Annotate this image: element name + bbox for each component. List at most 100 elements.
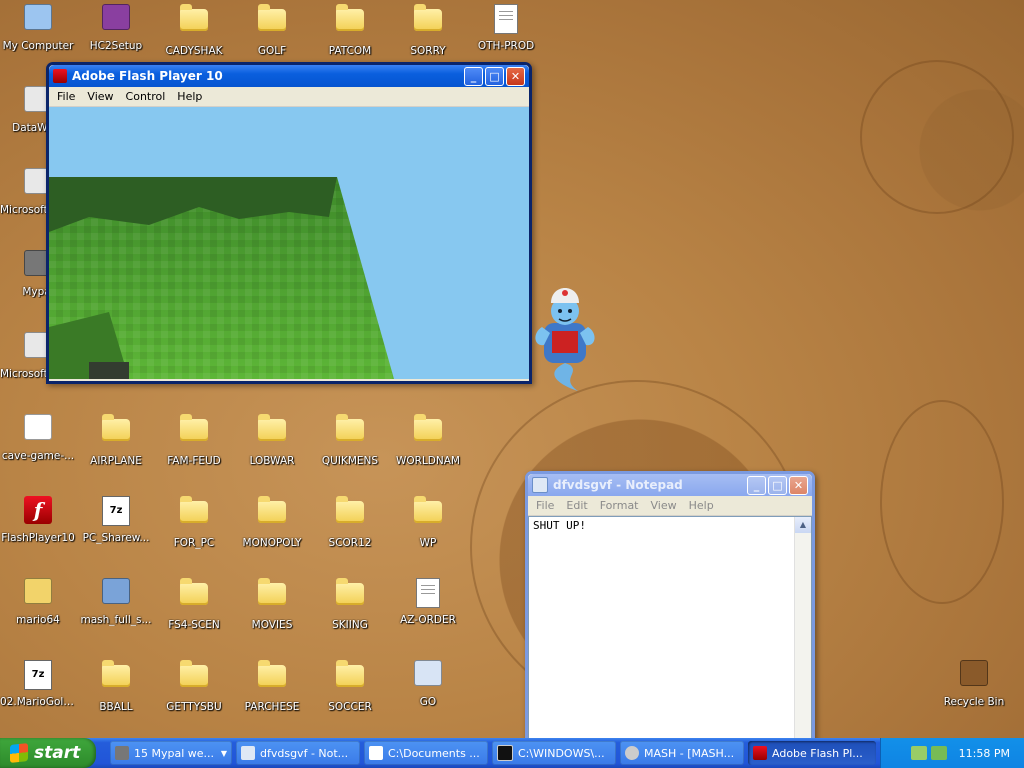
7z-icon: 7z — [22, 660, 54, 692]
start-button[interactable]: start — [0, 738, 96, 768]
folder-icon — [334, 578, 366, 615]
tray-icon[interactable] — [930, 746, 947, 760]
desktop-icon[interactable]: 7z 02.MarioGold2 — [0, 656, 76, 732]
mash-icon — [625, 746, 639, 760]
task-label: dfvdsgvf - Not... — [260, 746, 349, 760]
installer-icon — [100, 578, 132, 610]
menu-view[interactable]: View — [81, 90, 119, 103]
folder-icon — [178, 4, 210, 41]
game-scene — [49, 177, 394, 379]
desktop-icon-label: CADYSHAK — [165, 45, 223, 57]
task-label: 15 Mypal we... — [134, 746, 215, 760]
menu-file[interactable]: File — [51, 90, 81, 103]
folder-icon — [412, 4, 444, 41]
desktop-icon-label: My Computer — [2, 40, 74, 52]
minimize-button[interactable]: _ — [464, 66, 483, 86]
vertical-scrollbar[interactable]: ▲ — [794, 517, 811, 741]
desktop-icon[interactable]: SCOR12 — [312, 492, 388, 568]
desktop-icon-label: SOCCER — [328, 701, 372, 713]
desktop-icon-label: FOR_PC — [173, 537, 215, 549]
desktop-icon[interactable]: FS4-SCEN — [156, 574, 232, 650]
task-mash[interactable]: MASH - [MASH... — [620, 741, 744, 765]
desktop-icon[interactable]: GETTYSBU — [156, 656, 232, 732]
desktop-icon[interactable]: AZ-ORDER — [390, 574, 466, 650]
minimize-button[interactable]: _ — [747, 475, 766, 495]
menu-control[interactable]: Control — [120, 90, 172, 103]
desktop-icon-label: MOVIES — [251, 619, 293, 631]
desktop-icon[interactable]: PARCHESE — [234, 656, 310, 732]
task-documents[interactable]: C:\Documents ... — [364, 741, 488, 765]
cmd-icon — [497, 745, 513, 761]
task-label: C:\WINDOWS\... — [518, 746, 605, 760]
genie-assistant[interactable] — [530, 275, 600, 393]
desktop-icon-label: GO — [419, 696, 437, 708]
task-label: MASH - [MASH... — [644, 746, 735, 760]
desktop-icon[interactable]: MONOPOLY — [234, 492, 310, 568]
desktop-icon[interactable]: AIRPLANE — [78, 410, 154, 486]
scroll-up-button[interactable]: ▲ — [795, 517, 811, 533]
desktop-icon-label: SKIING — [332, 619, 368, 631]
notepad-window[interactable]: dfvdsgvf - Notepad _ □ ✕ File Edit Forma… — [525, 471, 815, 749]
task-notepad[interactable]: dfvdsgvf - Not... — [236, 741, 360, 765]
desktop-icon-label: PATCOM — [328, 45, 372, 57]
menu-help[interactable]: Help — [683, 499, 720, 512]
desktop-icon[interactable]: WP — [390, 492, 466, 568]
desktop-icon[interactable]: WORLDNAM — [390, 410, 466, 486]
desktop-icon[interactable]: BBALL — [78, 656, 154, 732]
maximize-button[interactable]: □ — [485, 66, 504, 86]
flash-game-canvas[interactable] — [49, 107, 529, 379]
media-icon — [22, 414, 54, 446]
desktop-icon-label: LOBWAR — [249, 455, 295, 467]
task-cmd[interactable]: C:\WINDOWS\... — [492, 741, 616, 765]
maximize-button[interactable]: □ — [768, 475, 787, 495]
task-flash[interactable]: Adobe Flash Pl... — [748, 741, 876, 765]
folder-icon — [256, 4, 288, 41]
tray-icon[interactable] — [910, 746, 927, 760]
desktop-icon-label: QUIKMENS — [321, 455, 379, 467]
desktop-icon[interactable]: f FlashPlayer10 — [0, 492, 76, 568]
desktop-icon-label: MONOPOLY — [242, 537, 302, 549]
notepad-text-area[interactable]: SHUT UP! ▲ — [528, 516, 812, 742]
menu-format[interactable]: Format — [594, 499, 645, 512]
folder-icon — [256, 496, 288, 533]
flash-player-window[interactable]: Adobe Flash Player 10 _ □ ✕ File View Co… — [46, 62, 532, 384]
zip-icon — [22, 578, 54, 610]
desktop-icon[interactable]: SKIING — [312, 574, 388, 650]
folder-icon — [178, 496, 210, 533]
folder-icon — [412, 496, 444, 533]
task-mypal[interactable]: 15 Mypal we... ▼ — [110, 741, 232, 765]
desktop-icon[interactable]: mash_full_s... — [78, 574, 154, 650]
desktop-icon-label: GOLF — [257, 45, 287, 57]
desktop-icon[interactable]: MOVIES — [234, 574, 310, 650]
desktop-icon-label: FlashPlayer10 — [1, 532, 75, 544]
task-label: C:\Documents ... — [388, 746, 480, 760]
menu-view[interactable]: View — [645, 499, 683, 512]
flash-title-bar[interactable]: Adobe Flash Player 10 _ □ ✕ — [49, 65, 529, 87]
windows-logo-icon — [10, 743, 28, 763]
desktop-icon[interactable]: Recycle Bin — [936, 656, 1012, 732]
desktop-icon-label: HC2Setup — [89, 40, 143, 52]
folder-icon — [256, 414, 288, 451]
archive-icon — [100, 4, 132, 36]
close-button[interactable]: ✕ — [506, 66, 525, 86]
desktop-icon[interactable]: mario64 — [0, 574, 76, 650]
desktop-icon[interactable]: LOBWAR — [234, 410, 310, 486]
desktop-icon[interactable]: FAM-FEUD — [156, 410, 232, 486]
desktop-icon-label: cave-game-... — [1, 450, 75, 462]
notepad-title-bar[interactable]: dfvdsgvf - Notepad _ □ ✕ — [528, 474, 812, 496]
system-tray: 11:58 PM — [880, 738, 1024, 768]
window-title: dfvdsgvf - Notepad — [553, 478, 683, 492]
desktop-icon[interactable]: 7z PC_Sharew... — [78, 492, 154, 568]
menu-file[interactable]: File — [530, 499, 560, 512]
clock[interactable]: 11:58 PM — [959, 747, 1010, 760]
desktop-icon[interactable]: SOCCER — [312, 656, 388, 732]
menu-edit[interactable]: Edit — [560, 499, 593, 512]
desktop-icon[interactable]: GO — [390, 656, 466, 732]
desktop-icon[interactable]: cave-game-... — [0, 410, 76, 486]
desktop-icon-label: AZ-ORDER — [400, 614, 456, 626]
program-icon — [412, 660, 444, 692]
menu-help[interactable]: Help — [171, 90, 208, 103]
desktop-icon[interactable]: FOR_PC — [156, 492, 232, 568]
close-button[interactable]: ✕ — [789, 475, 808, 495]
desktop-icon[interactable]: QUIKMENS — [312, 410, 388, 486]
